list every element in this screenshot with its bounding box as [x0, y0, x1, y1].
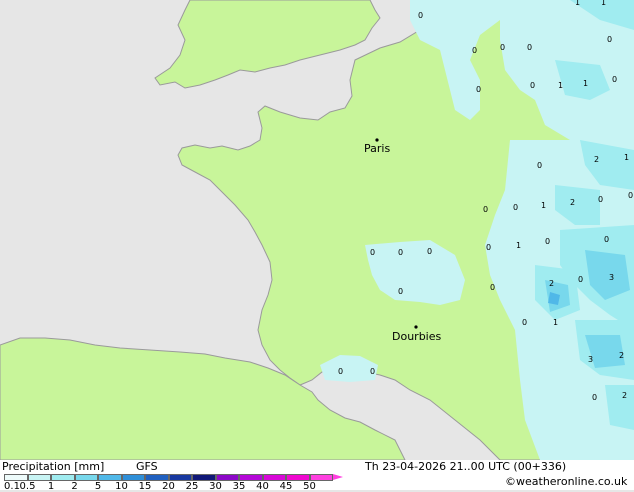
- scale-swatch: [145, 474, 169, 481]
- scale-swatch: [239, 474, 263, 481]
- grid-value: 0: [418, 11, 423, 20]
- credit-text[interactable]: ©weatheronline.co.uk: [505, 475, 627, 488]
- scale-swatch: [309, 474, 333, 481]
- grid-value: 0: [578, 275, 583, 284]
- scale-swatch: [192, 474, 216, 481]
- grid-value: 0: [398, 248, 403, 257]
- grid-value: 0: [545, 237, 550, 246]
- scale-label: 0.1: [4, 481, 20, 492]
- grid-value: 1: [541, 201, 546, 210]
- scale-swatch: [51, 474, 75, 481]
- grid-value: 0: [486, 243, 491, 252]
- grid-value: 0: [476, 85, 481, 94]
- city-label-paris: Paris: [364, 142, 390, 155]
- grid-value: 3: [609, 273, 614, 282]
- grid-value: 2: [570, 198, 575, 207]
- grid-value: 1: [516, 241, 521, 250]
- grid-value: 0: [500, 43, 505, 52]
- grid-value: 0: [398, 287, 403, 296]
- grid-value: 0: [338, 367, 343, 376]
- map-title: Precipitation [mm]: [2, 460, 105, 473]
- precipitation-map: 0 0 0 0 1 1 1 0 0 0 1 2 0 0 0 0 1 2 1 0 …: [0, 0, 634, 460]
- scale-label: 25: [185, 481, 199, 492]
- footer-bar: Precipitation [mm] GFS Th 23-04-2026 21.…: [0, 460, 634, 492]
- scale-label: 20: [162, 481, 175, 492]
- grid-value: 0: [527, 43, 532, 52]
- grid-value: 2: [594, 155, 599, 164]
- scale-label: 45: [279, 481, 293, 492]
- scale-label: 2: [71, 481, 78, 492]
- grid-value: 0: [490, 283, 495, 292]
- grid-value: 1: [575, 0, 580, 7]
- scale-swatch: [262, 474, 286, 481]
- scale-label: 10: [115, 481, 128, 492]
- city-label-dourbies: Dourbies: [392, 330, 442, 343]
- grid-value: 2: [619, 351, 624, 360]
- grid-value: 1: [553, 318, 558, 327]
- grid-value: 0: [370, 367, 375, 376]
- grid-value: 0: [522, 318, 527, 327]
- scale-label: 30: [209, 481, 222, 492]
- scale-arrow: [333, 474, 343, 480]
- scale-swatch: [168, 474, 192, 481]
- scale-label: 35: [232, 481, 246, 492]
- grid-value: 1: [624, 153, 629, 162]
- scale-swatch: [27, 474, 51, 481]
- grid-value: 0: [607, 35, 612, 44]
- grid-value: 0: [612, 75, 617, 84]
- scale-label: 50: [303, 481, 316, 492]
- grid-value: 0: [427, 247, 432, 256]
- forecast-datetime: Th 23-04-2026 21..00 UTC (00+336): [365, 460, 567, 473]
- grid-value: 1: [583, 79, 588, 88]
- grid-value: 0: [592, 393, 597, 402]
- grid-value: 0: [628, 191, 633, 200]
- scale-label: 15: [138, 481, 152, 492]
- scale-label: 40: [256, 481, 269, 492]
- scale-label: 0.5: [19, 481, 36, 492]
- model-name: GFS: [136, 460, 158, 473]
- city-marker: [414, 325, 418, 329]
- grid-value: 0: [472, 46, 477, 55]
- grid-value: 2: [622, 391, 627, 400]
- grid-value: 0: [530, 81, 535, 90]
- grid-value: 0: [604, 235, 609, 244]
- scale-label: 5: [94, 481, 102, 492]
- scale-swatch: [215, 474, 239, 481]
- scale-swatch: [74, 474, 98, 481]
- scale-swatch: [4, 474, 28, 481]
- grid-value: 0: [513, 203, 518, 212]
- grid-value: 1: [601, 0, 606, 7]
- scale-swatch: [286, 474, 310, 481]
- scale-swatch: [121, 474, 145, 481]
- grid-value: 1: [558, 81, 563, 90]
- grid-value: 3: [588, 355, 593, 364]
- grid-value: 0: [537, 161, 542, 170]
- scale-label: 1: [47, 481, 55, 492]
- grid-value: 0: [598, 195, 603, 204]
- grid-value: 0: [483, 205, 488, 214]
- grid-value: 2: [549, 279, 554, 288]
- grid-value: 0: [370, 248, 375, 257]
- scale-swatch: [98, 474, 122, 481]
